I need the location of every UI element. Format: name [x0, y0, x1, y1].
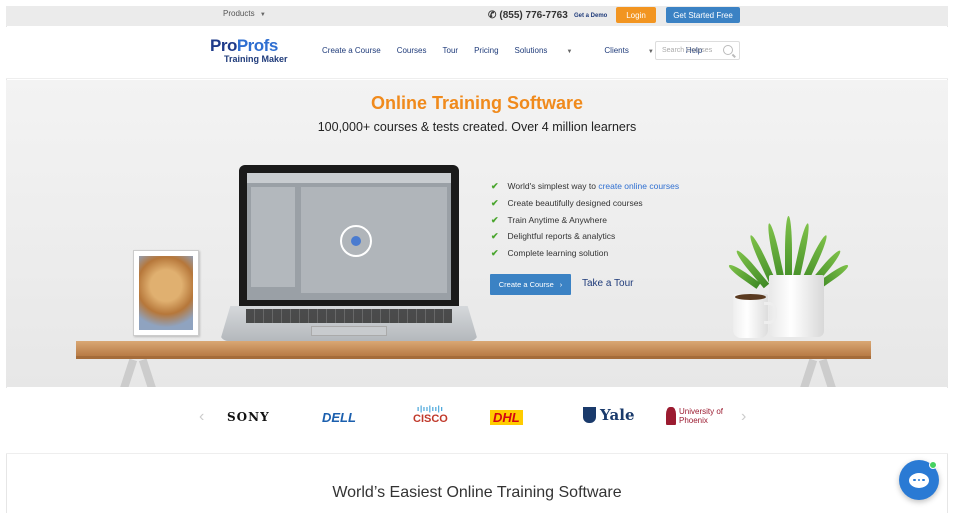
create-course-label: Create a Course: [498, 280, 554, 289]
phoenix-text: University of Phoenix: [679, 407, 724, 425]
main-nav: ProProfs Training Maker Create a Course …: [6, 27, 948, 79]
yale-shield-icon: [583, 407, 596, 423]
phoenix-bird-icon: [666, 407, 676, 425]
dell-logo: DELL: [322, 410, 356, 425]
video-preview: [247, 173, 451, 300]
dog-photo-frame: [133, 250, 199, 336]
list-item: ✔ Complete learning solution: [491, 245, 679, 262]
section-title: World’s Easiest Online Training Software: [332, 484, 622, 501]
yale-text: Yale: [600, 406, 635, 424]
dog-image: [139, 256, 193, 330]
desk-leg-left: [116, 361, 160, 387]
desk-illustration: [76, 341, 871, 359]
list-item: ✔ Delightful reports & analytics: [491, 228, 679, 245]
cisco-bars: ı|ıı|ıı|ı: [417, 406, 444, 413]
plant-pot: [769, 275, 824, 337]
chevron-down-icon: ▼: [647, 49, 654, 55]
search-placeholder: Search Courses: [662, 47, 713, 54]
check-icon: ✔: [491, 231, 499, 242]
chevron-left-icon[interactable]: ‹: [199, 408, 204, 426]
create-course-button[interactable]: Create a Course ›: [490, 274, 571, 295]
nav-create-course[interactable]: Create a Course: [322, 46, 381, 55]
nav-solutions-label: Solutions: [514, 46, 548, 55]
online-status-icon: [929, 461, 937, 469]
chevron-down-icon: ▼: [566, 49, 573, 55]
get-started-button[interactable]: Get Started Free: [666, 7, 740, 23]
dhl-logo: DHL: [490, 410, 523, 425]
laptop-keyboard: [246, 309, 452, 323]
login-button[interactable]: Login: [616, 7, 656, 23]
chat-icon: [909, 472, 929, 488]
client-logos: ‹ SONY DELL ı|ıı|ıı|ı CISCO DHL Yale Univ…: [6, 388, 948, 454]
phone-number[interactable]: ✆ (855) 776-7763: [488, 10, 568, 21]
nav-solutions[interactable]: Solutions ▼: [515, 46, 589, 55]
check-icon: ✔: [491, 248, 499, 259]
chat-widget-button[interactable]: [899, 460, 939, 500]
nav-courses[interactable]: Courses: [397, 46, 427, 55]
cisco-logo: ı|ıı|ıı|ı CISCO: [413, 406, 448, 425]
products-menu[interactable]: Products ▼: [223, 9, 266, 18]
list-item: ✔ Train Anytime & Anywhere: [491, 212, 679, 229]
hero-title: Online Training Software: [370, 93, 584, 113]
nav-clients-label: Clients: [604, 46, 629, 55]
search-input[interactable]: Search Courses: [655, 41, 740, 60]
phone-text: (855) 776-7763: [499, 10, 568, 21]
search-icon[interactable]: [723, 45, 733, 55]
check-icon: ✔: [491, 181, 499, 191]
take-tour-link[interactable]: Take a Tour: [582, 278, 634, 289]
feature-text: Complete learning solution: [507, 248, 609, 259]
nav-tour[interactable]: Tour: [443, 46, 459, 55]
check-icon: ✔: [491, 197, 499, 208]
hero-section: Online Training Software 100,000+ course…: [6, 80, 948, 387]
hero-subtitle: 100,000+ courses & tests created. Over 4…: [317, 120, 637, 134]
nav-pricing[interactable]: Pricing: [474, 46, 498, 55]
chevron-down-icon: ▼: [259, 12, 266, 18]
cisco-text: CISCO: [413, 413, 448, 425]
feature-text: Create beautifully designed courses: [507, 197, 643, 208]
feature-text: World's simplest way to: [507, 181, 596, 191]
chevron-right-icon: ›: [559, 280, 563, 289]
get-demo-link[interactable]: Get a Demo: [574, 13, 607, 19]
yale-logo: Yale: [583, 406, 635, 424]
sony-logo: SONY: [227, 410, 270, 424]
laptop-video[interactable]: [239, 165, 459, 306]
laptop-trackpad: [311, 326, 387, 336]
coffee-mug: [733, 294, 777, 338]
feature-text: Delightful reports & analytics: [507, 231, 616, 242]
play-icon[interactable]: [340, 225, 372, 257]
utility-bar: Products ▼ ✆ (855) 776-7763 Get a Demo: [6, 6, 948, 26]
check-icon: ✔: [491, 214, 499, 225]
logo-profs: Profs: [236, 36, 278, 55]
create-online-courses-link[interactable]: create online courses: [598, 178, 679, 195]
list-item: ✔ World's simplest way to create online c…: [491, 178, 679, 195]
logo-subtitle: Training Maker: [224, 54, 288, 64]
phone-icon: ✆: [488, 10, 497, 21]
chevron-right-icon[interactable]: ›: [741, 408, 746, 426]
list-item: ✔ Create beautifully designed courses: [491, 195, 679, 212]
phoenix-logo: University of Phoenix: [666, 407, 729, 425]
products-label: Products: [223, 9, 255, 18]
feature-list: ✔ World's simplest way to create online c…: [491, 178, 679, 262]
logo-pro: Pro: [210, 36, 237, 55]
desk-leg-right: [796, 361, 840, 387]
proprofs-logo[interactable]: ProProfs Training Maker: [210, 37, 288, 64]
feature-text: Train Anytime & Anywhere: [507, 214, 607, 225]
